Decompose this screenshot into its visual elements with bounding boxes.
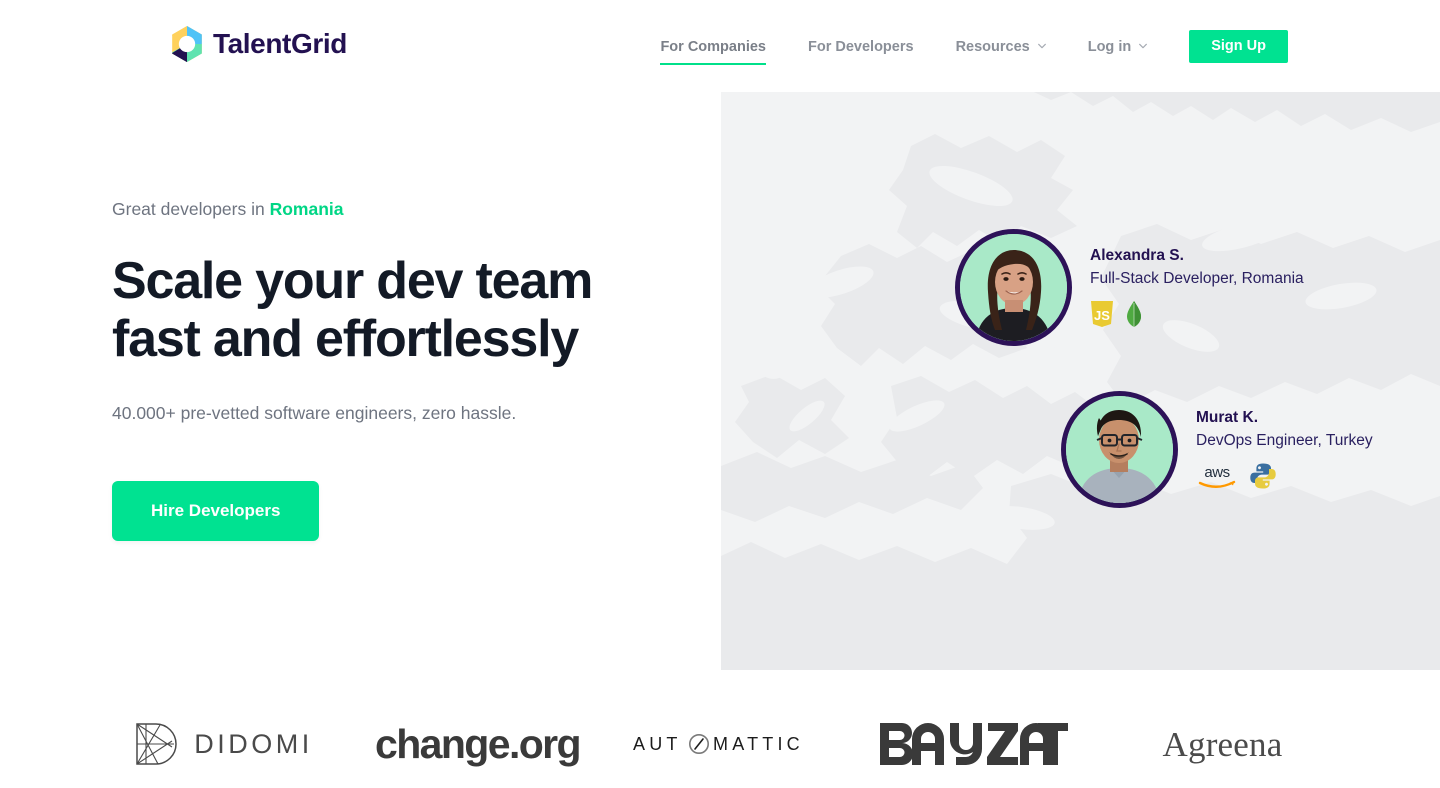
agreena-wordmark: Agreena [1162,724,1283,764]
europe-middle-east-map-silhouette [721,86,1440,670]
headline-line-1: Scale your dev team [112,252,593,311]
javascript-icon: JS [1090,300,1114,328]
hero-eyebrow-highlight: Romania [269,199,344,219]
brand-logo[interactable]: TalentGrid [168,25,347,63]
automattic-logo: AUT MATTIC [603,709,848,779]
svg-text:MATTIC: MATTIC [713,734,804,754]
agreena-logo: Agreena [1098,709,1348,779]
page-title: Scale your dev team fast and effortlessl… [112,252,672,368]
nav-item-log-in[interactable]: Log in [1088,35,1148,59]
didomi-logo: DIDOMI [93,709,353,779]
python-icon [1250,462,1276,490]
hire-developers-button[interactable]: Hire Developers [112,480,320,541]
developer-role: Full-Stack Developer, Romania [1090,269,1304,287]
developer-info: Alexandra S. Full-Stack Developer, Roman… [1090,246,1304,329]
landing-page: TalentGrid For Companies For Developers … [0,0,1440,788]
developer-tech-stack: aws [1196,461,1373,491]
hero-subheading: 40.000+ pre-vetted software engineers, z… [112,402,517,423]
nav-item-for-developers[interactable]: For Developers [808,35,914,59]
main-navigation: For Companies For Developers Resources L… [660,30,1288,65]
bayzat-logo [848,709,1098,779]
svg-text:AUT: AUT [633,734,682,754]
nav-item-for-companies[interactable]: For Companies [660,35,766,65]
avatar-photo-alexandra [955,229,1072,346]
nav-label: For Developers [807,38,914,55]
developer-card-alexandra[interactable]: Alexandra S. Full-Stack Developer, Roman… [955,229,1304,346]
active-nav-underline [660,62,766,65]
headline-line-2: fast and effortlessly [112,310,579,369]
developer-name: Alexandra S. [1090,246,1184,264]
mongodb-leaf-icon [1126,300,1142,328]
talentgrid-hexagon-ring-icon [168,25,206,63]
hero-content: Great developers in Romania Scale your d… [112,196,672,541]
chevron-down-icon [1037,41,1046,50]
didomi-wordmark: DIDOMI [194,728,313,759]
developer-tech-stack: JS [1090,299,1304,329]
sign-up-button[interactable]: Sign Up [1189,30,1288,63]
nav-item-resources[interactable]: Resources [956,35,1046,59]
developer-role: DevOps Engineer, Turkey [1196,431,1373,449]
svg-text:JS: JS [1094,308,1110,323]
aws-icon: aws [1196,462,1238,490]
nav-label: For Companies [660,38,766,55]
change-org-wordmark: change.org [375,720,582,767]
developer-name: Murat K. [1196,408,1258,426]
avatar-photo-murat [1061,391,1178,508]
hero-eyebrow: Great developers in Romania [112,196,672,222]
site-header: TalentGrid For Companies For Developers … [0,0,1440,92]
hero-eyebrow-prefix: Great developers in [112,199,270,219]
chevron-down-icon [1138,41,1148,50]
nav-label: Resources [955,38,1030,55]
brand-name: TalentGrid [213,28,347,59]
developer-card-murat[interactable]: Murat K. DevOps Engineer, Turkey aws [1061,391,1373,508]
svg-text:aws: aws [1204,464,1229,481]
nav-label: Log in [1087,38,1132,55]
change-org-logo: change.org [353,709,603,779]
developer-info: Murat K. DevOps Engineer, Turkey aws [1196,408,1373,491]
client-logo-strip: DIDOMI change.org AUT MATTIC Agreena [0,700,1440,788]
